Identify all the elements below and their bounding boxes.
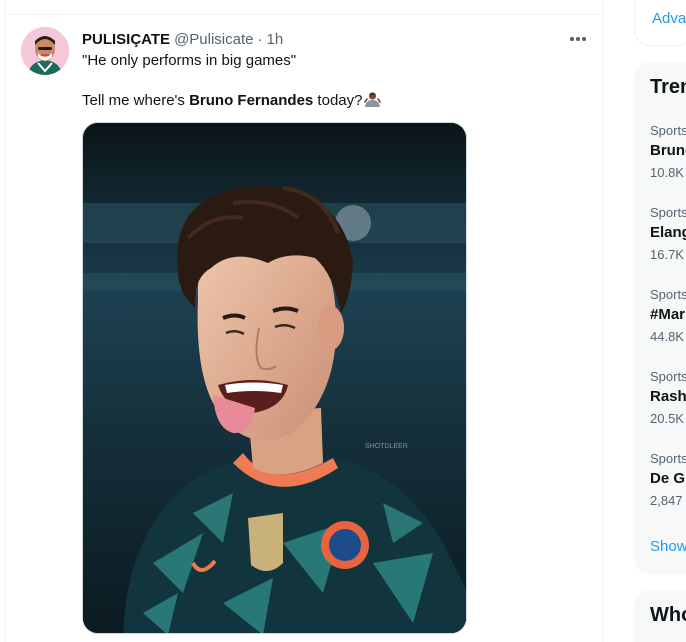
trend-item[interactable]: Sports De G 2,847 [634,451,686,533]
trends-card: Tren Sports Brune 10.8K Sports Elang 16.… [634,62,686,574]
more-dot-icon [570,37,574,41]
trend-item[interactable]: Sports Rash 20.5K [634,369,686,451]
more-options-button[interactable] [565,29,591,49]
timeline-column: PULISIÇATE @Pulisicate · 1h "He only per… [4,0,604,642]
trend-category: Sports [650,205,686,220]
advanced-search-card: Adva [634,0,686,46]
player-photo: SHOTDLEER [83,123,466,633]
more-dot-icon [576,37,580,41]
advanced-search-link[interactable]: Adva [652,10,686,27]
trend-name: Elang [650,224,686,241]
trends-title: Tren [650,76,686,98]
trend-count: 10.8K [650,165,684,180]
who-to-follow-card: Who [634,590,686,642]
separator: · [257,30,263,48]
tweet-header: PULISIÇATE @Pulisicate · 1h [82,29,283,49]
trend-item[interactable]: Sports Brune 10.8K [634,123,686,205]
tweet-text-line: "He only performs in big games" [82,52,297,69]
trend-count: 44.8K [650,329,684,344]
avatar[interactable] [21,27,69,75]
trend-category: Sports [650,451,686,466]
trend-count: 16.7K [650,247,684,262]
more-dot-icon [582,37,586,41]
tweet[interactable]: PULISIÇATE @Pulisicate · 1h "He only per… [5,15,603,642]
media-watermark: SHOTDLEER [365,443,408,450]
trend-item[interactable]: Sports #Mar 44.8K [634,287,686,369]
trend-name: #Mar [650,306,686,323]
right-sidebar: Adva Tren Sports Brune 10.8K Sports Elan… [634,0,686,642]
who-to-follow-title: Who [650,604,686,626]
show-more-link[interactable]: Show [650,538,686,555]
tweet-text-line: Tell me where's Bruno Fernandes today? [82,91,582,114]
avatar-image [21,27,69,75]
trend-name: Brune [650,142,686,159]
trend-count: 2,847 [650,493,683,508]
author-handle[interactable]: @Pulisicate [174,31,253,48]
tweet-text-bold: Bruno Fernandes [189,92,314,109]
trend-category: Sports [650,287,686,302]
trend-category: Sports [650,369,686,384]
trend-count: 20.5K [650,411,684,426]
tweet-text: "He only performs in big games" Tell me … [82,51,582,114]
tweet-media[interactable]: SHOTDLEER [82,122,467,634]
author-name[interactable]: PULISIÇATE [82,31,170,48]
tweet-text-suffix: today? [313,92,363,109]
trend-name: De G [650,470,686,487]
trend-name: Rash [650,388,686,405]
person-shrugging-emoji [364,91,382,114]
tweet-time[interactable]: 1h [267,31,284,48]
tweet-text-prefix: Tell me where's [82,92,190,109]
trend-item[interactable]: Sports Elang 16.7K [634,205,686,287]
trend-category: Sports [650,123,686,138]
